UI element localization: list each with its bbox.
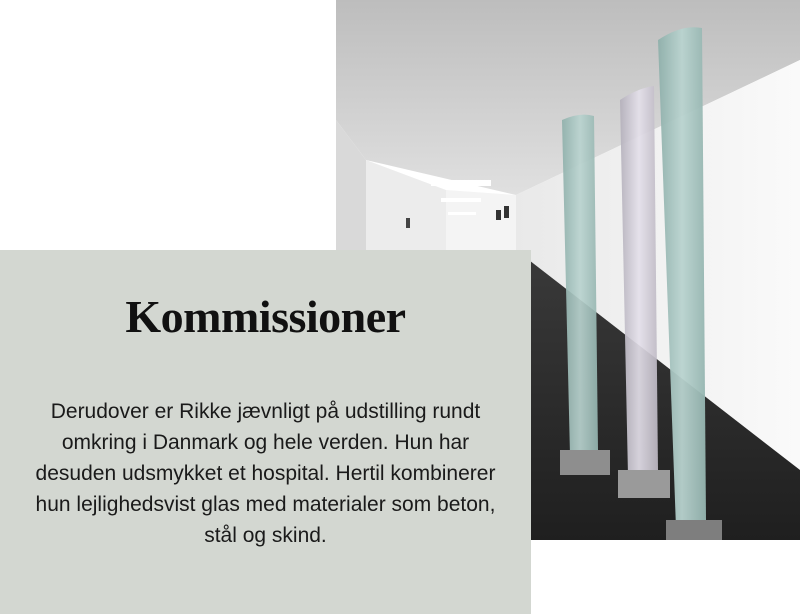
section-body: Derudover er Rikke jævnligt på udstillin… bbox=[35, 400, 496, 547]
section-title: Kommissioner bbox=[125, 291, 406, 342]
commissions-card: Kommissioner Derudover er Rikke jævnligt… bbox=[0, 250, 531, 614]
